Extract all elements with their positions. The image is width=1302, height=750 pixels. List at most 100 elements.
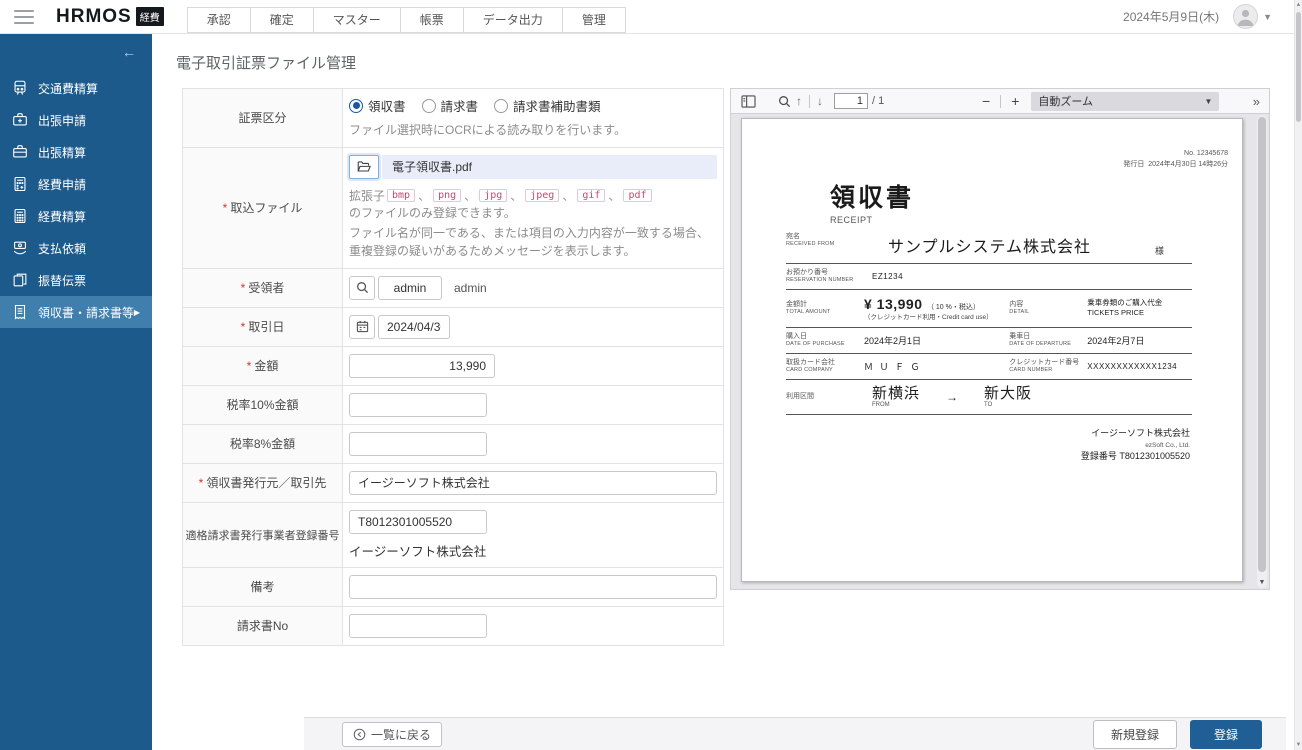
app-logo: HRMOS 経費 — [56, 6, 164, 28]
tax8-input[interactable] — [349, 432, 487, 456]
payment-icon — [11, 239, 29, 257]
pdf-scrollbar[interactable]: ▼ — [1257, 116, 1267, 588]
register-button[interactable]: 登録 — [1190, 720, 1262, 749]
receipt-purchase-date: 2024年2月1日 — [864, 334, 921, 347]
sidebar-item-transport-expense[interactable]: 交通費精算 — [0, 72, 152, 104]
scroll-down-icon[interactable]: ▼ — [1295, 742, 1302, 748]
sidebar-item-label: 交通費精算 — [38, 80, 98, 97]
radio-invoice-support-control[interactable] — [494, 99, 508, 113]
pdf-zoom-in-icon[interactable]: + — [1005, 93, 1025, 109]
pdf-zoom-out-icon[interactable]: − — [976, 93, 996, 109]
sidebar-item-label: 経費申請 — [38, 176, 86, 193]
radio-invoice[interactable]: 請求書 — [422, 96, 479, 115]
receipt-addressee-name: サンプルシステム株式会社 — [888, 233, 1091, 257]
window-scrollbar[interactable]: ▲ ▼ — [1294, 0, 1302, 750]
chevron-down-icon[interactable]: ▼ — [1263, 12, 1272, 22]
tab-confirm[interactable]: 確定 — [250, 7, 314, 33]
tax10-label: 税率10%金額 — [226, 396, 298, 413]
pdf-scroll-down-icon[interactable]: ▼ — [1257, 579, 1267, 586]
tab-admin[interactable]: 管理 — [562, 7, 626, 33]
invoice-no-label: 請求書No — [237, 617, 288, 634]
receipt-issued-label: 発行日 — [1123, 161, 1144, 168]
radio-invoice-support-label: 請求書補助書類 — [513, 96, 601, 115]
receipt-from-label: FROM — [872, 402, 920, 409]
calendar-button[interactable] — [349, 315, 375, 339]
user-icon — [1234, 5, 1257, 28]
receipt-issuer-reg: 登録番号 T8012301005520 — [786, 450, 1190, 464]
receipt-icon — [11, 303, 29, 321]
receipt-from-station: 新横浜 — [872, 386, 920, 403]
tab-report[interactable]: 帳票 — [400, 7, 464, 33]
receipt-route-row: 利用区間 新横浜 FROM → 新大阪 TO — [786, 380, 1192, 415]
amount-input[interactable] — [349, 354, 495, 378]
file-picker-button[interactable] — [349, 155, 379, 179]
tab-data-export[interactable]: データ出力 — [463, 7, 563, 33]
briefcase-icon — [11, 143, 29, 161]
chevron-down-icon: ▼ — [1204, 97, 1212, 106]
required-mark: * — [247, 359, 252, 373]
row-tax8: 税率8%金額 — [183, 424, 723, 463]
sidebar: ← 交通費精算 出張申請 出張精算 — [0, 34, 152, 750]
tax10-input[interactable] — [349, 393, 487, 417]
avatar[interactable] — [1233, 4, 1258, 29]
window-scrollbar-thumb[interactable] — [1296, 12, 1301, 122]
pdf-scrollbar-thumb[interactable] — [1258, 117, 1266, 572]
receipt-departure-date: 2024年2月7日 — [1087, 334, 1144, 347]
pdf-sidebar-toggle-icon[interactable] — [739, 92, 757, 110]
hamburger-menu-icon[interactable] — [14, 10, 34, 24]
issuer-input[interactable] — [349, 471, 717, 495]
radio-receipt[interactable]: 領収書 — [349, 96, 406, 115]
recipient-input[interactable] — [378, 276, 442, 300]
reg-number-input[interactable] — [349, 510, 487, 534]
receipt-issuer-block: イージーソフト株式会社 ezSoft Co., Ltd. 登録番号 T80123… — [786, 427, 1190, 464]
sidebar-collapse-icon[interactable]: ← — [0, 34, 152, 64]
sidebar-item-label: 出張申請 — [38, 112, 86, 129]
pdf-zoom-select[interactable]: 自動ズーム ▼ — [1031, 92, 1219, 111]
row-issuer: * 領収書発行元／取引先 — [183, 463, 723, 502]
ocr-note: ファイル選択時にOCRによる読み取りを行います。 — [349, 121, 717, 140]
sidebar-item-expense-settlement[interactable]: 経費精算 — [0, 200, 152, 232]
sidebar-item-payment-request[interactable]: 支払依頼 — [0, 232, 152, 264]
top-nav-tabs: 承認 確定 マスター 帳票 データ出力 管理 — [188, 7, 626, 33]
sidebar-item-expense-application[interactable]: 経費申請 — [0, 168, 152, 200]
tab-approval[interactable]: 承認 — [187, 7, 251, 33]
pdf-page-input[interactable] — [834, 93, 868, 109]
recipient-display-name: admin — [454, 281, 487, 295]
sidebar-item-transfer-slip[interactable]: 振替伝票 — [0, 264, 152, 296]
receipt-card-row: 取扱カード会社 CARD COMPANY Ｍ Ｕ Ｆ Ｇ クレジットカード番号 … — [786, 354, 1192, 380]
tax8-label: 税率8%金額 — [230, 435, 295, 452]
recipient-search-button[interactable] — [349, 276, 375, 300]
pdf-page-total: / 1 — [872, 95, 884, 107]
sidebar-item-trip-application[interactable]: 出張申請 — [0, 104, 152, 136]
new-registration-button[interactable]: 新規登録 — [1093, 720, 1177, 749]
back-to-list-button[interactable]: 一覧に戻る — [342, 722, 442, 747]
pdf-search-icon[interactable] — [775, 92, 793, 110]
transaction-date-input[interactable] — [378, 315, 450, 339]
radio-invoice-label: 請求書 — [441, 96, 479, 115]
pdf-prev-page-icon[interactable]: ↑ — [793, 94, 805, 108]
remarks-input[interactable] — [349, 575, 717, 599]
invoice-no-input[interactable] — [349, 614, 487, 638]
pdf-next-page-icon[interactable]: ↓ — [814, 94, 826, 108]
radio-invoice-support[interactable]: 請求書補助書類 — [494, 96, 601, 115]
scroll-up-icon[interactable]: ▲ — [1295, 2, 1302, 8]
pdf-page: No. 12345678 発行日 2024年4月30日 14時26分 領収書 R… — [741, 118, 1243, 582]
radio-receipt-control[interactable] — [349, 99, 363, 113]
train-icon — [11, 79, 29, 97]
sidebar-item-trip-settlement[interactable]: 出張精算 — [0, 136, 152, 168]
calculator-plus-icon — [11, 175, 29, 193]
tab-master[interactable]: マスター — [313, 7, 401, 33]
receipt-total-amount: ¥ 13,990 — [864, 296, 923, 312]
ext-suffix: のファイルのみ登録できます。 — [349, 204, 516, 221]
pdf-tools-expand-icon[interactable]: » — [1253, 94, 1259, 109]
radio-receipt-label: 領収書 — [368, 96, 406, 115]
receipt-route-arrow: → — [946, 390, 958, 404]
duplicate-note: ファイル名が同一である、または項目の入力内容が一致する場合、重複登録の疑いがある… — [349, 224, 717, 261]
selected-file-name[interactable]: 電子領収書.pdf — [382, 155, 717, 179]
receipt-tax-note: （ 10 %・税込） — [927, 304, 980, 311]
radio-invoice-control[interactable] — [422, 99, 436, 113]
sidebar-item-receipts-invoices[interactable]: 領収書・請求書等 ▶ — [0, 296, 152, 328]
row-reg-number: 適格請求書発行事業者登録番号 イージーソフト株式会社 — [183, 502, 723, 567]
top-bar: HRMOS 経費 承認 確定 マスター 帳票 データ出力 管理 2024年5月9… — [0, 0, 1294, 34]
receipt-issuer-name: イージーソフト株式会社 — [786, 427, 1190, 441]
